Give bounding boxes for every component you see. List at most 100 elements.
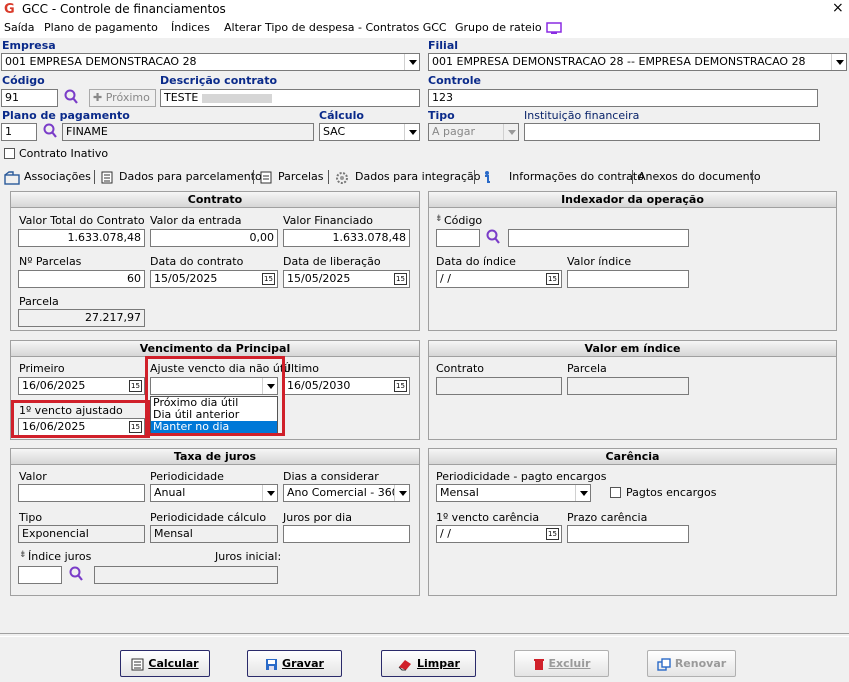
close-icon[interactable]: × xyxy=(832,0,844,16)
calendar-icon[interactable]: 15 xyxy=(546,273,559,285)
data-indice-label: Data do índice xyxy=(436,255,516,268)
menu-alterar-tipo[interactable]: Alterar Tipo de despesa - Contratos GCC xyxy=(224,21,447,34)
dias-select[interactable]: Ano Comercial - 360 xyxy=(283,484,410,502)
juros-valor-input[interactable] xyxy=(18,484,145,502)
chevron-down-icon[interactable] xyxy=(262,485,277,501)
chevron-down-icon xyxy=(503,124,518,140)
tab-anexos[interactable]: Anexos do documento xyxy=(638,170,761,183)
valor-total-input[interactable]: 1.633.078,48 xyxy=(18,229,145,247)
menu-indices[interactable]: Índices xyxy=(171,21,210,34)
info-icon xyxy=(485,171,490,183)
valor-indice-label: Valor índice xyxy=(567,255,632,268)
data-liberacao-input[interactable]: 15/05/2025 15 xyxy=(283,270,410,288)
juros-tipo-field: Exponencial xyxy=(18,525,145,543)
valor-entrada-label: Valor da entrada xyxy=(150,214,242,227)
codigo-input[interactable]: 91 xyxy=(1,89,58,107)
tab-associacoes[interactable]: Associações xyxy=(24,170,91,183)
calcular-button[interactable]: Calcular xyxy=(120,650,210,677)
plano-label: Plano de pagamento xyxy=(2,109,130,122)
valor-financiado-input[interactable]: 1.633.078,48 xyxy=(283,229,410,247)
proximo-button[interactable]: ✚ Próximo xyxy=(89,89,156,107)
tab-informacoes-contrato[interactable]: Informações do contrato xyxy=(509,170,644,183)
tab-dados-parcelamento[interactable]: Dados para parcelamento xyxy=(119,170,262,183)
instituicao-input[interactable] xyxy=(524,123,820,141)
renew-icon xyxy=(657,657,671,671)
chevron-down-icon[interactable] xyxy=(394,485,409,501)
period-calc-field: Mensal xyxy=(150,525,278,543)
indexador-descricao-input[interactable] xyxy=(508,229,689,247)
gravar-button[interactable]: Gravar xyxy=(247,650,342,677)
dias-label: Dias a considerar xyxy=(283,470,379,483)
indice-juros-input[interactable] xyxy=(18,566,62,584)
controle-label: Controle xyxy=(428,74,481,87)
ultimo-input[interactable]: 16/05/2030 15 xyxy=(283,377,410,395)
eraser-icon xyxy=(398,659,412,670)
plano-name-field: FINAME xyxy=(62,123,314,141)
contrato-inativo-checkbox[interactable] xyxy=(4,148,15,159)
calendar-icon[interactable]: 15 xyxy=(129,380,142,392)
parcelas-icon xyxy=(260,171,272,184)
juros-panel-title: Taxa de juros xyxy=(11,449,419,465)
excluir-button[interactable]: Excluir xyxy=(514,650,609,677)
chevron-down-icon[interactable] xyxy=(575,485,590,501)
juros-dia-label: Juros por dia xyxy=(283,511,352,524)
calculo-label: Cálculo xyxy=(319,109,364,122)
controle-input[interactable]: 123 xyxy=(428,89,818,107)
filial-select[interactable]: 001 EMPRESA DEMONSTRACAO 28 -- EMPRESA D… xyxy=(428,53,847,71)
carencia-period-select[interactable]: Mensal xyxy=(436,484,591,502)
vi-contrato-label: Contrato xyxy=(436,362,485,375)
prazo-carencia-input[interactable] xyxy=(567,525,689,543)
empresa-select[interactable]: 001 EMPRESA DEMONSTRACAO 28 xyxy=(1,53,420,71)
pagtos-encargos-label: Pagtos encargos xyxy=(626,486,717,499)
tab-dados-integracao[interactable]: Dados para integração xyxy=(355,170,481,183)
data-contrato-input[interactable]: 15/05/2025 15 xyxy=(150,270,278,288)
search-icon[interactable] xyxy=(63,89,79,105)
menu-grupo-rateio[interactable]: Grupo de rateio xyxy=(455,21,542,34)
calendar-icon[interactable]: 15 xyxy=(394,380,407,392)
indexador-panel-title: Indexador da operação xyxy=(429,192,836,208)
carencia-panel-title: Carência xyxy=(429,449,836,465)
prazo-carencia-label: Prazo carência xyxy=(567,511,648,524)
document-icon xyxy=(101,171,113,184)
search-icon[interactable] xyxy=(42,123,58,139)
empresa-label: Empresa xyxy=(2,39,56,52)
indexador-codigo-input[interactable] xyxy=(436,229,480,247)
limpar-button[interactable]: Limpar xyxy=(381,650,476,677)
data-indice-input[interactable]: / /15 xyxy=(436,270,562,288)
primeiro-input[interactable]: 16/06/2025 15 xyxy=(18,377,145,395)
descricao-input[interactable]: TESTE xyxy=(160,89,420,107)
search-icon[interactable] xyxy=(485,229,501,245)
chevron-down-icon[interactable] xyxy=(404,124,419,140)
calendar-icon[interactable]: 15 xyxy=(546,528,559,540)
contrato-panel-title: Contrato xyxy=(11,192,419,208)
juros-dia-input[interactable] xyxy=(283,525,410,543)
valor-indice-input[interactable] xyxy=(567,270,689,288)
calculo-select[interactable]: SAC xyxy=(319,123,420,141)
plano-code-input[interactable]: 1 xyxy=(1,123,37,141)
monitor-icon[interactable] xyxy=(546,22,562,35)
menu-plano-pagamento[interactable]: Plano de pagamento xyxy=(44,21,158,34)
calendar-icon[interactable]: 15 xyxy=(394,273,407,285)
tipo-select: A pagar xyxy=(428,123,519,141)
search-icon[interactable] xyxy=(68,566,84,582)
venc-carencia-input[interactable]: / /15 xyxy=(436,525,562,543)
plus-icon: ✚ xyxy=(93,91,106,104)
codigo-label: Código xyxy=(2,74,45,87)
renovar-button[interactable]: Renovar xyxy=(647,650,736,677)
associacoes-icon xyxy=(4,171,20,185)
separator xyxy=(0,633,849,634)
valor-total-label: Valor Total do Contrato xyxy=(19,214,145,227)
calendar-icon[interactable]: 15 xyxy=(262,273,275,285)
valor-entrada-input[interactable]: 0,00 xyxy=(150,229,278,247)
chevron-down-icon[interactable] xyxy=(831,54,846,70)
data-liberacao-label: Data de liberação xyxy=(283,255,381,268)
menu-saida[interactable]: Saída xyxy=(4,21,35,34)
pagtos-encargos-checkbox[interactable] xyxy=(610,487,621,498)
tab-bar: Associações Dados para parcelamento Parc… xyxy=(0,168,849,188)
tab-parcelas[interactable]: Parcelas xyxy=(278,170,324,183)
juros-periodicidade-select[interactable]: Anual xyxy=(150,484,278,502)
sort-icon: ⇟ xyxy=(19,550,27,560)
chevron-down-icon[interactable] xyxy=(404,54,419,70)
indexador-codigo-label: Código xyxy=(444,214,483,227)
parcelas-input[interactable]: 60 xyxy=(18,270,145,288)
